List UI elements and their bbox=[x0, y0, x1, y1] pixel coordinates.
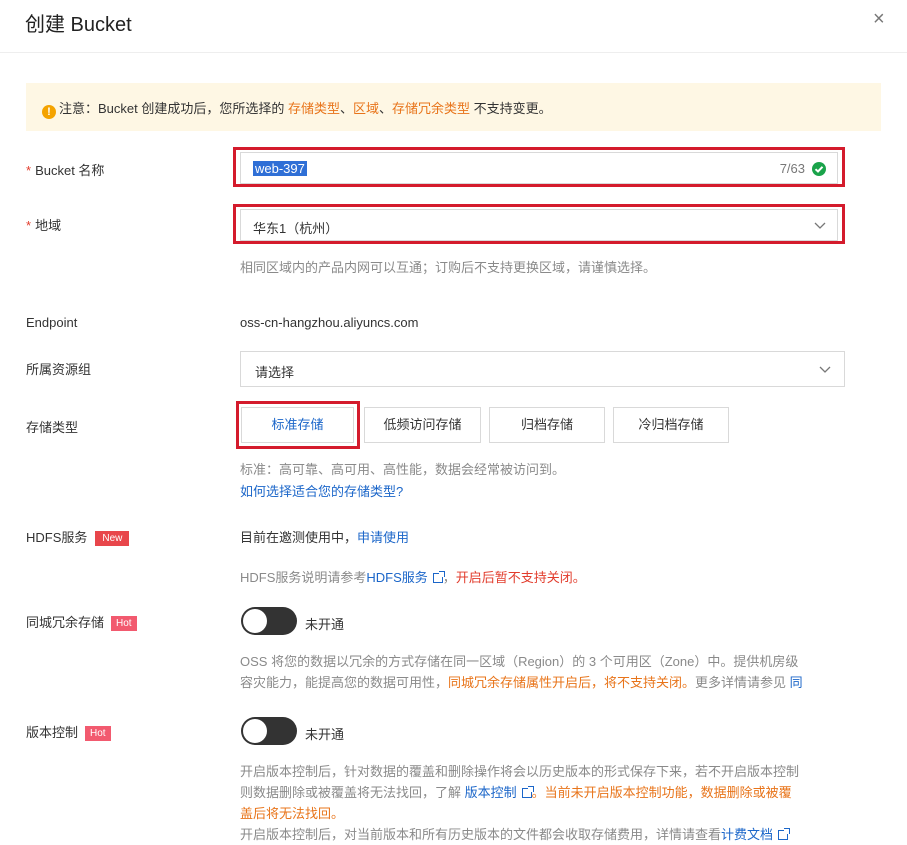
endpoint-value: oss-cn-hangzhou.aliyuncs.com bbox=[240, 315, 419, 330]
resource-group-placeholder: 请选择 bbox=[255, 365, 295, 380]
notice-banner: ! 注意：Bucket 创建成功后，您所选择的 存储类型、区域、存储冗余类型 不支… bbox=[26, 83, 881, 131]
external-link-icon bbox=[432, 571, 445, 583]
close-icon[interactable]: × bbox=[873, 8, 885, 31]
hdfs-apply-link[interactable]: 申请使用 bbox=[357, 530, 409, 545]
new-badge: New bbox=[95, 531, 130, 546]
hdfs-label: HDFS服务 New bbox=[26, 527, 130, 546]
versioning-description: 开启版本控制后，针对数据的覆盖和删除操作将会以历史版本的形式保存下来，若不开启版… bbox=[240, 764, 800, 842]
storage-option-standard[interactable]: 标准存储 bbox=[241, 407, 354, 443]
storage-option-ia[interactable]: 低频访问存储 bbox=[364, 407, 481, 443]
bucket-name-label: * Bucket 名称 bbox=[26, 163, 105, 178]
versioning-doc-link[interactable]: 版本控制 bbox=[465, 785, 517, 800]
region-label: * 地域 bbox=[26, 218, 62, 233]
versioning-toggle[interactable] bbox=[241, 717, 297, 745]
zrs-label: 同城冗余存储 Hot bbox=[26, 612, 137, 631]
warning-icon: ! bbox=[42, 105, 56, 119]
storage-option-cold-archive[interactable]: 冷归档存储 bbox=[613, 407, 729, 443]
hdfs-doc-link[interactable]: HDFS服务 bbox=[366, 570, 427, 585]
resource-group-label: 所属资源组 bbox=[26, 362, 92, 377]
header-divider bbox=[0, 52, 907, 53]
versioning-label: 版本控制 Hot bbox=[26, 722, 111, 741]
endpoint-label: Endpoint bbox=[26, 315, 78, 330]
hdfs-status: 目前在邀测使用中，申请使用 bbox=[240, 530, 410, 545]
bucket-name-input[interactable]: web-397 7/63 bbox=[240, 152, 838, 184]
notice-suffix: 不支持变更。 bbox=[470, 101, 552, 116]
notice-sep: 、 bbox=[339, 101, 353, 116]
hdfs-note: HDFS服务说明请参考HDFS服务 ，开启后暂不支持关闭。 bbox=[240, 570, 586, 585]
zrs-doc-link[interactable]: 同 bbox=[790, 675, 803, 690]
zrs-toggle[interactable] bbox=[241, 607, 297, 635]
billing-doc-link[interactable]: 计费文档 bbox=[721, 827, 773, 842]
chevron-down-icon bbox=[818, 362, 832, 379]
hot-badge: Hot bbox=[111, 616, 137, 631]
bucket-name-value: web-397 bbox=[253, 161, 307, 176]
region-help: 相同区域内的产品内网可以互通；订购后不支持更换区域，请谨慎选择。 bbox=[240, 260, 657, 275]
hot-badge: Hot bbox=[85, 726, 111, 741]
dialog-title: 创建 Bucket bbox=[25, 14, 132, 36]
region-select[interactable]: 华东1（杭州） bbox=[240, 209, 838, 241]
toggle-knob bbox=[243, 719, 267, 743]
chevron-down-icon bbox=[813, 218, 827, 235]
notice-highlight-region: 区域 bbox=[353, 101, 380, 116]
notice-prefix: 注意：Bucket 创建成功后，您所选择的 bbox=[59, 101, 288, 116]
check-circle-icon bbox=[811, 161, 827, 180]
storage-class-guide-link[interactable]: 如何选择适合您的存储类型? bbox=[240, 481, 403, 500]
zrs-toggle-text: 未开通 bbox=[305, 617, 345, 632]
storage-class-help: 标准：高可靠、高可用、高性能，数据会经常被访问到。 bbox=[240, 462, 566, 477]
notice-highlight-storage-type: 存储类型 bbox=[287, 101, 340, 116]
toggle-knob bbox=[243, 609, 267, 633]
storage-option-archive[interactable]: 归档存储 bbox=[489, 407, 605, 443]
region-value: 华东1（杭州） bbox=[253, 221, 339, 236]
char-counter: 7/63 bbox=[779, 161, 805, 176]
zrs-description: OSS 将您的数据以冗余的方式存储在同一区域（Region）的 3 个可用区（Z… bbox=[240, 654, 803, 690]
external-link-icon bbox=[521, 786, 534, 798]
versioning-toggle-text: 未开通 bbox=[305, 727, 345, 742]
storage-class-label: 存储类型 bbox=[26, 420, 79, 435]
notice-highlight-redundancy: 存储冗余类型 bbox=[392, 101, 471, 116]
resource-group-select[interactable]: 请选择 bbox=[240, 351, 845, 387]
notice-sep: 、 bbox=[379, 101, 393, 116]
